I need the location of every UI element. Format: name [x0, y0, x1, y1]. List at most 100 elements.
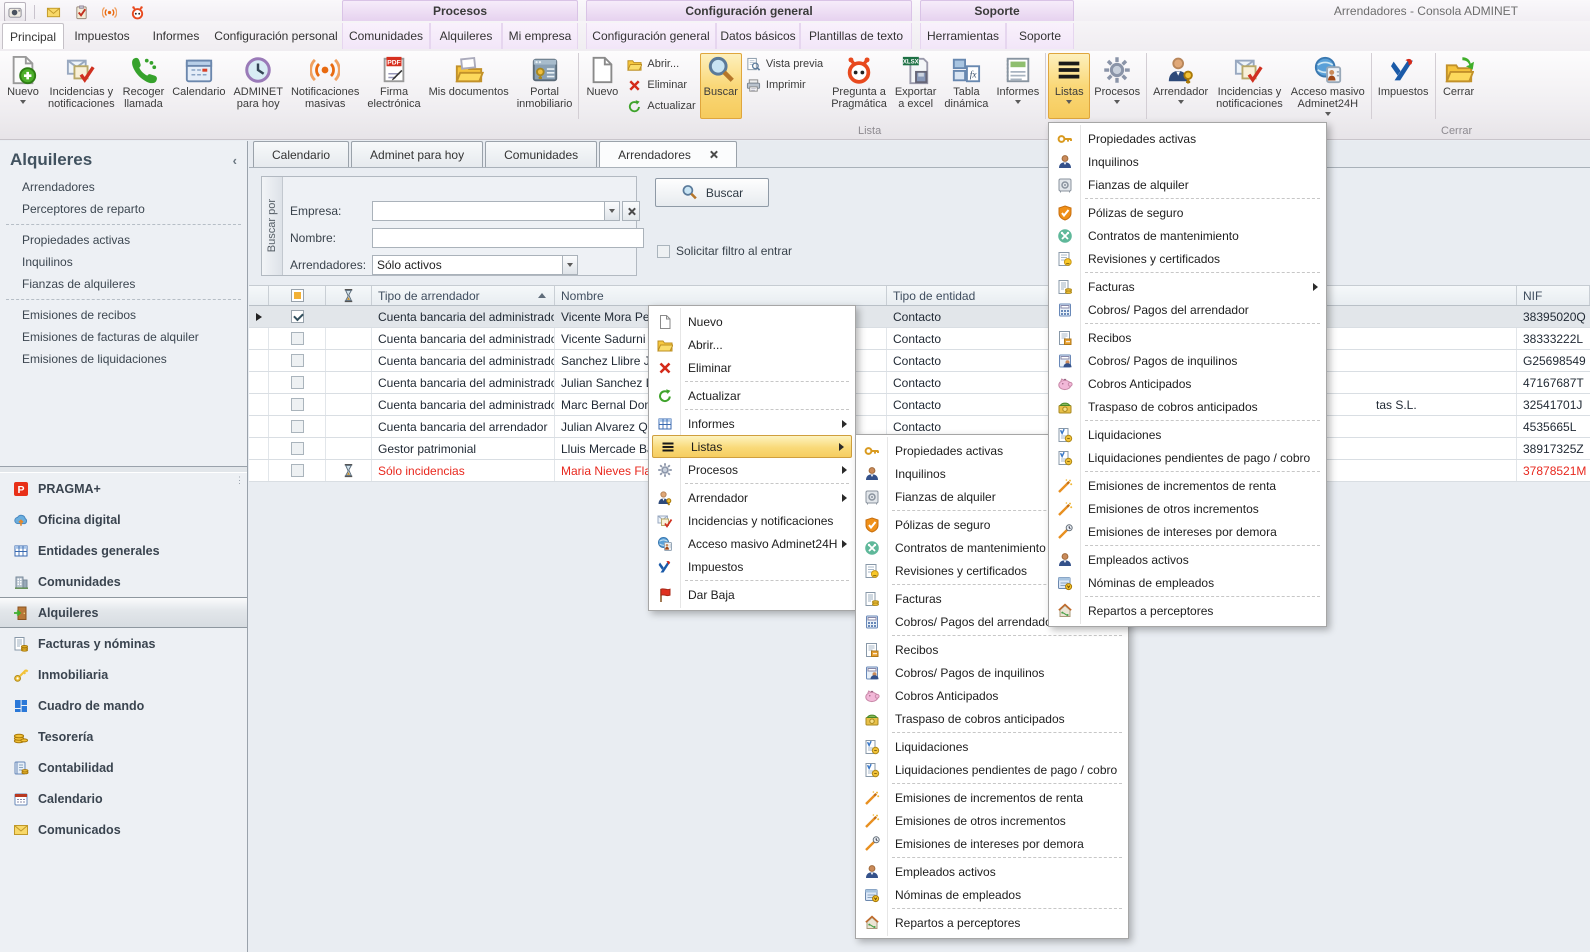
listas-dropdown-item-liquidaciones[interactable]: Liquidaciones: [1050, 423, 1325, 446]
filter-on-enter-checkbox[interactable]: [657, 245, 670, 258]
table-row[interactable]: Cuenta bancaria del administradorVicente…: [249, 306, 1590, 328]
qat-app-button[interactable]: [4, 2, 26, 22]
column-header-tipo-de-entidad[interactable]: Tipo de entidad: [887, 286, 1049, 305]
listas-dropdown-item-cobros-anticipados[interactable]: Cobros Anticipados: [1050, 372, 1325, 395]
context-menu-item-actualizar[interactable]: Actualizar: [650, 384, 854, 407]
listas-dropdown-item-empleados-activos[interactable]: Empleados activos: [1050, 548, 1325, 571]
table-row[interactable]: Cuenta bancaria del administradorMarc Be…: [249, 394, 1590, 416]
context-menu-item-incidencias-y-notificaciones[interactable]: Incidencias y notificaciones: [650, 509, 854, 532]
ribbon-button-incidencias-y-notificaciones[interactable]: Incidencias y notificaciones: [44, 53, 119, 119]
document-tab-arrendadores[interactable]: Arrendadores: [599, 141, 737, 167]
ribbon-button-calendario[interactable]: Calendario: [168, 53, 229, 119]
sidebar-nav-comunicados[interactable]: Comunicados: [0, 814, 247, 845]
row-checkbox[interactable]: [291, 354, 304, 367]
sidebar-nav-pragma[interactable]: PPRAGMA+: [0, 473, 247, 504]
context-menu-item-arrendador[interactable]: Arrendador: [650, 486, 854, 509]
listas-submenu-item-cobros-pagos-de-inquilinos[interactable]: Cobros/ Pagos de inquilinos: [857, 661, 1127, 684]
table-row[interactable]: Cuenta bancaria del administradorSanchez…: [249, 350, 1590, 372]
ribbon-button-arrendador[interactable]: Arrendador: [1149, 53, 1212, 119]
listas-dropdown-item-revisiones-y-certificados[interactable]: Revisiones y certificados: [1050, 247, 1325, 270]
sidebar-nav-inmobiliaria[interactable]: Inmobiliaria: [0, 659, 247, 690]
sidebar-splitter[interactable]: ⋮: [0, 466, 247, 473]
context-menu-item-informes[interactable]: Informes: [650, 412, 854, 435]
ribbon-button-eliminar[interactable]: Eliminar: [627, 76, 695, 94]
context-menu-item-listas[interactable]: Listas: [652, 435, 852, 458]
listas-dropdown-item-propiedades-activas[interactable]: Propiedades activas: [1050, 127, 1325, 150]
ribbon-button-tabla-dinamica[interactable]: fxTabla dinámica: [940, 53, 992, 119]
context-menu-item-dar-baja[interactable]: Dar Baja: [650, 583, 854, 606]
listas-dropdown-item-contratos-de-mantenimiento[interactable]: Contratos de mantenimiento: [1050, 224, 1325, 247]
listas-dropdown-item-liquidaciones-pendientes-de-pago-cobro[interactable]: Liquidaciones pendientes de pago / cobro: [1050, 446, 1325, 469]
context-menu-item-eliminar[interactable]: Eliminar: [650, 356, 854, 379]
select-all-checkbox[interactable]: [291, 289, 304, 302]
ribbon-button-buscar[interactable]: Buscar: [700, 53, 742, 119]
ribbon-button-mis-documentos[interactable]: Mis documentos: [425, 53, 513, 119]
listas-submenu-item-cobros-anticipados[interactable]: Cobros Anticipados: [857, 684, 1127, 707]
row-checkbox[interactable]: [291, 376, 304, 389]
ribbon-button-notificaciones-masivas[interactable]: Notificaciones masivas: [287, 53, 363, 119]
ribbon-button-informes[interactable]: Informes: [992, 53, 1043, 119]
qat-broadcast-button[interactable]: [99, 3, 119, 21]
ribbon-tab-configuracion-general[interactable]: Configuración general: [586, 23, 716, 49]
sidebar-collapse-icon[interactable]: ‹: [233, 153, 237, 168]
sidebar-link-arrendadores[interactable]: Arrendadores: [0, 176, 247, 198]
sidebar-nav-cuadro-de-mando[interactable]: Cuadro de mando: [0, 690, 247, 721]
listas-submenu-item-liquidaciones-pendientes-de-pago-cobro[interactable]: Liquidaciones pendientes de pago / cobro: [857, 758, 1127, 781]
ribbon-button-portal-inmobiliario[interactable]: Portal inmobiliario: [513, 53, 577, 119]
ribbon-button-adminet-para-hoy[interactable]: ADMINET para hoy: [229, 53, 287, 119]
context-menu-item-nuevo[interactable]: Nuevo: [650, 310, 854, 333]
sidebar-nav-alquileres[interactable]: Alquileres: [0, 597, 247, 628]
table-row[interactable]: Cuenta bancaria del administradorVicente…: [249, 328, 1590, 350]
listas-dropdown-item-cobros-pagos-del-arrendador[interactable]: Cobros/ Pagos del arrendador: [1050, 298, 1325, 321]
listas-dropdown-item-cobros-pagos-de-inquilinos[interactable]: Cobros/ Pagos de inquilinos: [1050, 349, 1325, 372]
sidebar-nav-comunidades[interactable]: Comunidades: [0, 566, 247, 597]
table-row[interactable]: Cuenta bancaria del administradorJulian …: [249, 372, 1590, 394]
sidebar-link-emisiones-de-liquidaciones[interactable]: Emisiones de liquidaciones: [0, 348, 247, 370]
arrendadores-dropdown-button[interactable]: [563, 255, 578, 275]
qat-clipboard-check-button[interactable]: [71, 3, 91, 21]
document-tab-comunidades[interactable]: Comunidades: [485, 141, 597, 167]
listas-submenu-item-emisiones-de-incrementos-de-renta[interactable]: Emisiones de incrementos de renta: [857, 786, 1127, 809]
ribbon-button-acceso-masivo-adminet24h[interactable]: Acceso masivo Adminet24H: [1287, 53, 1369, 119]
sidebar-link-emisiones-de-facturas-de-alquiler[interactable]: Emisiones de facturas de alquiler: [0, 326, 247, 348]
sidebar-nav-oficina-digital[interactable]: Oficina digital: [0, 504, 247, 535]
ribbon-button-recoger-llamada[interactable]: Recoger llamada: [119, 53, 169, 119]
sidebar-link-perceptores-de-reparto[interactable]: Perceptores de reparto: [0, 198, 247, 220]
qat-mail-button[interactable]: [43, 3, 63, 21]
close-icon[interactable]: [709, 150, 718, 159]
listas-dropdown-item-emisiones-de-intereses-por-demora[interactable]: Emisiones de intereses por demora: [1050, 520, 1325, 543]
listas-dropdown-item-polizas-de-seguro[interactable]: Pólizas de seguro: [1050, 201, 1325, 224]
ribbon-tab-mi-empresa[interactable]: Mi empresa: [502, 23, 578, 49]
document-tab-adminet-para-hoy[interactable]: Adminet para hoy: [351, 141, 483, 167]
empresa-clear-button[interactable]: [622, 201, 640, 221]
listas-dropdown-item-inquilinos[interactable]: Inquilinos: [1050, 150, 1325, 173]
ribbon-button-actualizar[interactable]: Actualizar: [627, 97, 695, 115]
ribbon-button-imprimir[interactable]: Imprimir: [746, 76, 823, 94]
listas-submenu-item-emisiones-de-intereses-por-demora[interactable]: Emisiones de intereses por demora: [857, 832, 1127, 855]
ribbon-button-incidencias-y-notificaciones[interactable]: Incidencias y notificaciones: [1212, 53, 1287, 119]
listas-submenu-item-empleados-activos[interactable]: Empleados activos: [857, 860, 1127, 883]
ribbon-tab-impuestos[interactable]: Impuestos: [64, 23, 140, 49]
row-checkbox[interactable]: [291, 332, 304, 345]
context-menu-item-procesos[interactable]: Procesos: [650, 458, 854, 481]
sidebar-link-emisiones-de-recibos[interactable]: Emisiones de recibos: [0, 304, 247, 326]
ribbon-button-cerrar[interactable]: Cerrar: [1438, 53, 1480, 119]
listas-submenu-item-liquidaciones[interactable]: Liquidaciones: [857, 735, 1127, 758]
sidebar-nav-entidades-generales[interactable]: Entidades generales: [0, 535, 247, 566]
listas-submenu-item-nominas-de-empleados[interactable]: Nóminas de empleados: [857, 883, 1127, 906]
row-checkbox[interactable]: [291, 420, 304, 433]
context-menu-item-impuestos[interactable]: Impuestos: [650, 555, 854, 578]
ribbon-button-nuevo[interactable]: Nuevo: [581, 53, 623, 119]
ribbon-tab-informes[interactable]: Informes: [140, 23, 212, 49]
qat-robot-button[interactable]: [127, 3, 147, 21]
column-header-nif[interactable]: NIF: [1517, 286, 1590, 305]
sidebar-nav-calendario[interactable]: Calendario: [0, 783, 247, 814]
sidebar-link-inquilinos[interactable]: Inquilinos: [0, 251, 247, 273]
listas-dropdown-item-facturas[interactable]: Facturas: [1050, 275, 1325, 298]
ribbon-button-impuestos[interactable]: Impuestos: [1374, 53, 1433, 119]
row-checkbox[interactable]: [291, 310, 304, 323]
listas-dropdown-item-emisiones-de-otros-incrementos[interactable]: Emisiones de otros incrementos: [1050, 497, 1325, 520]
sidebar-nav-contabilidad[interactable]: Contabilidad: [0, 752, 247, 783]
listas-submenu-item-recibos[interactable]: Recibos: [857, 638, 1127, 661]
ribbon-tab-configuracion-personal[interactable]: Configuración personal: [212, 23, 340, 49]
